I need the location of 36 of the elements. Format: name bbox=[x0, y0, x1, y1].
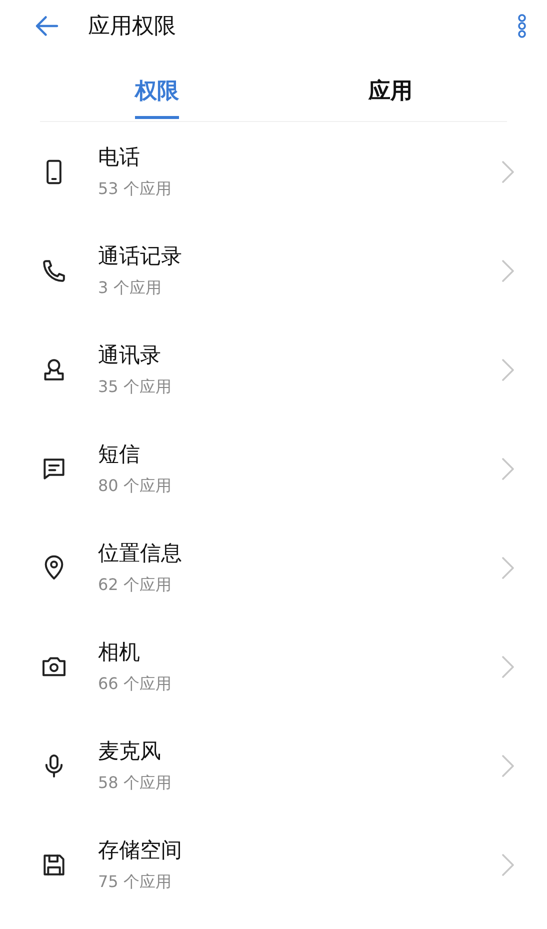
app-count: 80 个应用 bbox=[98, 476, 172, 497]
tab[interactable]: 应用 bbox=[335, 66, 446, 121]
permission-name: 位置信息 bbox=[98, 540, 183, 567]
permission-item[interactable]: 通话记录 3 个应用 bbox=[0, 221, 547, 320]
permission-name: 麦克风 bbox=[98, 738, 162, 765]
permission-item[interactable]: 位置信息 62 个应用 bbox=[0, 518, 547, 617]
chevron-icon bbox=[501, 654, 515, 678]
chevron-icon bbox=[501, 754, 515, 778]
app-count: 3 个应用 bbox=[98, 278, 162, 299]
permission-item[interactable]: 短信 80 个应用 bbox=[0, 419, 547, 518]
permission-name: 短信 bbox=[98, 441, 141, 468]
app-count: 58 个应用 bbox=[98, 773, 172, 794]
permission-name: 通话记录 bbox=[98, 243, 183, 270]
permission-item[interactable]: 麦克风 58 个应用 bbox=[0, 716, 547, 815]
permission-name: 电话 bbox=[98, 144, 141, 171]
app-count: 62 个应用 bbox=[98, 575, 172, 596]
permission-item[interactable]: 通讯录 35 个应用 bbox=[0, 320, 547, 419]
chevron-icon bbox=[501, 358, 515, 382]
chevron-icon bbox=[501, 258, 515, 282]
app-count: 53 个应用 bbox=[98, 179, 172, 200]
chevron-icon bbox=[501, 852, 515, 876]
permission-name: 相机 bbox=[98, 639, 141, 666]
permission-item[interactable]: 电话 53 个应用 bbox=[0, 122, 547, 221]
chevron-icon bbox=[501, 160, 515, 184]
app-count: 35 个应用 bbox=[98, 377, 172, 398]
tab[interactable]: 权限 bbox=[102, 66, 212, 121]
app-count: 66 个应用 bbox=[98, 674, 172, 695]
permission-name: 通讯录 bbox=[98, 342, 162, 369]
app-count: 75 个应用 bbox=[98, 872, 172, 893]
permission-item[interactable]: 存储空间 75 个应用 bbox=[0, 815, 547, 914]
permission-item[interactable]: 相机 66 个应用 bbox=[0, 617, 547, 716]
chevron-icon bbox=[501, 556, 515, 580]
permission-name: 存储空间 bbox=[98, 837, 183, 864]
page-title: 应用权限 bbox=[88, 13, 177, 41]
more-options-icon[interactable] bbox=[517, 13, 527, 39]
chevron-icon bbox=[501, 456, 515, 480]
